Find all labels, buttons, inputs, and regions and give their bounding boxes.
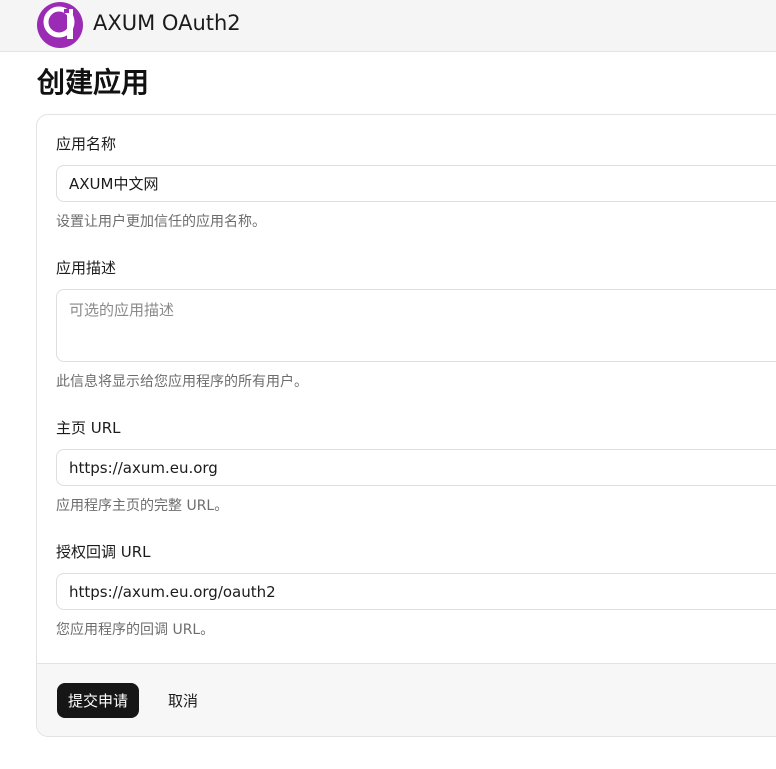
cancel-button[interactable]: 取消	[158, 683, 208, 718]
submit-button[interactable]: 提交申请	[57, 683, 140, 718]
app-name-label: 应用名称	[56, 135, 117, 153]
create-app-form: 应用名称 设置让用户更加信任的应用名称。 应用描述 此信息将显示给您应用程序的所…	[36, 114, 776, 737]
page-title: 创建应用	[37, 66, 150, 99]
form-footer: 提交申请 取消	[37, 663, 776, 736]
app-name-input[interactable]	[56, 165, 776, 202]
top-navbar: AXUM OAuth2	[0, 0, 776, 52]
callback-url-help: 您应用程序的回调 URL。	[56, 622, 215, 638]
app-name-help: 设置让用户更加信任的应用名称。	[56, 214, 266, 230]
app-description-help: 此信息将显示给您应用程序的所有用户。	[56, 374, 308, 390]
callback-url-label: 授权回调 URL	[56, 543, 151, 561]
homepage-url-help: 应用程序主页的完整 URL。	[56, 498, 229, 514]
callback-url-input[interactable]	[56, 573, 776, 610]
app-title[interactable]: AXUM OAuth2	[93, 10, 241, 36]
homepage-url-input[interactable]	[56, 449, 776, 486]
axum-logo-icon[interactable]	[36, 1, 84, 49]
app-description-label: 应用描述	[56, 259, 117, 277]
homepage-url-label: 主页 URL	[56, 419, 121, 437]
app-description-textarea[interactable]	[56, 289, 776, 362]
